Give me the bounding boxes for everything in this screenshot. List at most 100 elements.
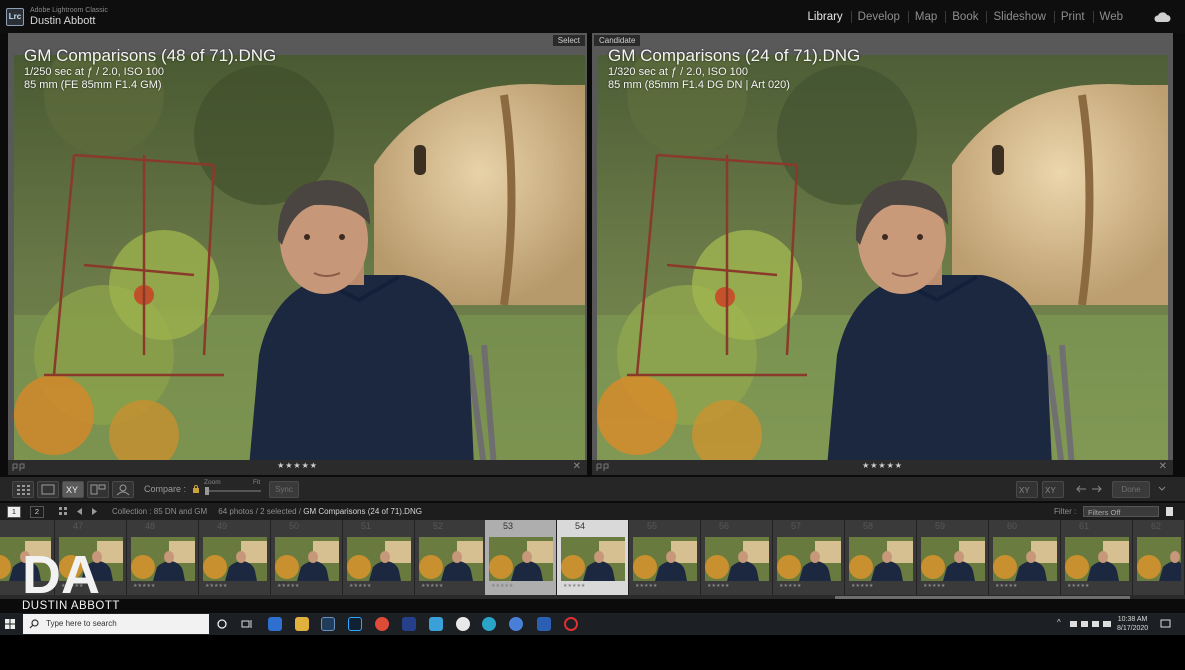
select-rating[interactable]: ★★★★★ [8,461,587,470]
lightroom-classic-icon[interactable] [321,617,335,631]
survey-view-button[interactable] [87,481,109,498]
cell-number: 55 [647,521,658,531]
lock-icon[interactable] [192,485,200,493]
file-explorer-icon[interactable] [295,617,309,631]
windows-start-icon[interactable] [5,619,15,629]
page-2-button[interactable]: 2 [30,506,44,518]
select-lens: 85 mm (FE 85mm F1.4 GM) [24,79,162,91]
thumbnail [921,537,985,581]
filmstrip-cell[interactable]: 48 ★★★★★ [127,520,199,595]
chrome-icon[interactable] [375,617,389,631]
logo-mark: DA [22,545,100,605]
tray-chevron-up-icon[interactable]: ^ [1057,618,1061,627]
thumbnail [777,537,841,581]
filmstrip-cell[interactable]: 60 ★★★★★ [989,520,1061,595]
filmstrip-cell[interactable]: 58 ★★★★★ [845,520,917,595]
chevron-down-icon[interactable] [1158,486,1166,492]
filmstrip-cell[interactable]: 49 ★★★★★ [199,520,271,595]
filmstrip-cell[interactable]: 62 [1133,520,1185,595]
grid-icon[interactable] [59,507,68,516]
swap-button[interactable]: XY [1016,481,1038,498]
system-clock[interactable]: 10:38 AM 8/17/2020 [1117,615,1148,633]
filter-switch[interactable] [1166,507,1173,516]
portrait-photo-image [597,55,1168,467]
candidate-lens: 85 mm (85mm F1.4 DG DN | Art 020) [608,79,790,91]
app-icon[interactable] [429,617,443,631]
filmstrip-cell[interactable]: 56 ★★★★★ [701,520,773,595]
filmstrip-cell-current[interactable]: 54 ★★★★★ [557,520,629,595]
filmstrip-source-path[interactable]: Collection : 85 DN and GM 64 photos / 2 … [112,507,422,516]
cell-number: 56 [719,521,730,531]
zoom-slider[interactable] [205,487,261,495]
edge-icon[interactable] [482,617,496,631]
swap-icon: XY [1019,486,1030,495]
outlook-icon[interactable] [268,617,282,631]
filmstrip-cell[interactable]: 57 ★★★★★ [773,520,845,595]
module-slideshow[interactable]: Slideshow [986,11,1051,23]
windows-taskbar: Type here to search ^ 10:38 AM 8/17/2020 [0,613,1185,635]
filmstrip-cell[interactable]: 50 ★★★★★ [271,520,343,595]
filmstrip-scrollbar[interactable] [835,596,1130,599]
filmstrip-cell[interactable]: 52 ★★★★★ [415,520,487,595]
filmstrip-cell-selected[interactable]: 53 ★★★★★ [485,520,557,595]
filmstrip-cell[interactable]: 55 ★★★★★ [629,520,701,595]
filmstrip-cell[interactable]: 61 ★★★★★ [1061,520,1133,595]
cloud-sync-icon[interactable] [1153,11,1171,23]
arrow-left-icon[interactable] [1075,485,1087,493]
loupe-view-button[interactable] [37,481,59,498]
filmstrip-cell[interactable]: 59 ★★★★★ [917,520,989,595]
current-photo-name: GM Comparisons (24 of 71).DNG [303,507,422,516]
word-icon[interactable] [537,617,551,631]
search-icon [29,619,39,629]
thumbnail-rating: ★★★★★ [205,583,228,589]
screen-recorder-icon[interactable] [564,617,578,631]
candidate-photo[interactable] [597,55,1168,467]
filmstrip-cell[interactable]: 51 ★★★★★ [343,520,415,595]
compare-view-button[interactable]: XY [62,481,84,498]
compare-pane-candidate[interactable]: Candidate GM Comparisons (24 of 71).DNG … [592,33,1173,467]
system-tray-icons[interactable] [1070,619,1114,629]
notification-icon[interactable] [1160,619,1171,629]
select-filename: GM Comparisons (48 of 71).DNG [24,46,277,65]
module-picker: Library Develop Map Book Slideshow Print… [802,11,1129,23]
module-develop[interactable]: Develop [850,11,906,23]
candidate-tag: Candidate [594,35,641,46]
toolbar: XY Compare : Zoom Fit Sync XY XY Done [0,477,1185,501]
zoom-slider-thumb[interactable] [205,487,209,495]
task-view-icon[interactable] [241,619,253,629]
candidate-rating[interactable]: ★★★★★ [592,461,1173,470]
module-book[interactable]: Book [945,11,984,23]
back-arrow-icon[interactable] [76,507,84,516]
close-icon[interactable]: ✕ [573,461,581,472]
photoshop-icon[interactable] [348,617,362,631]
module-library[interactable]: Library [802,11,849,23]
app-icon[interactable] [402,617,416,631]
thumbnail-rating: ★★★★★ [851,583,874,589]
done-button[interactable]: Done [1112,481,1150,498]
app-icon[interactable] [509,617,523,631]
thumbnail-rating: ★★★★★ [635,583,658,589]
thumbnail-rating: ★★★★★ [1067,583,1090,589]
module-web[interactable]: Web [1092,11,1129,23]
arrow-right-icon[interactable] [1091,485,1103,493]
taskbar-search-input[interactable]: Type here to search [23,614,209,634]
loupe-icon [41,484,55,495]
grid-view-button[interactable] [12,481,34,498]
forward-arrow-icon[interactable] [90,507,98,516]
people-view-button[interactable] [112,481,134,498]
sync-button[interactable]: Sync [269,481,299,498]
compare-pane-select[interactable]: Select GM Comparisons (48 of 71).DNG 1/2… [8,33,587,467]
clock-time: 10:38 AM [1117,616,1148,623]
select-photo[interactable] [14,55,585,467]
fit-label: Fit [253,479,261,486]
page-1-button[interactable]: 1 [7,506,21,518]
module-map[interactable]: Map [907,11,943,23]
close-icon[interactable]: ✕ [1159,461,1167,472]
make-select-button[interactable]: XY [1042,481,1064,498]
app-icon[interactable] [456,617,470,631]
select-footer: ★★★★★ ✕ [8,460,587,475]
compare-icon: XY [66,485,78,495]
filter-dropdown[interactable]: Filters Off [1083,506,1159,517]
cortana-icon[interactable] [217,619,227,629]
module-print[interactable]: Print [1053,11,1091,23]
